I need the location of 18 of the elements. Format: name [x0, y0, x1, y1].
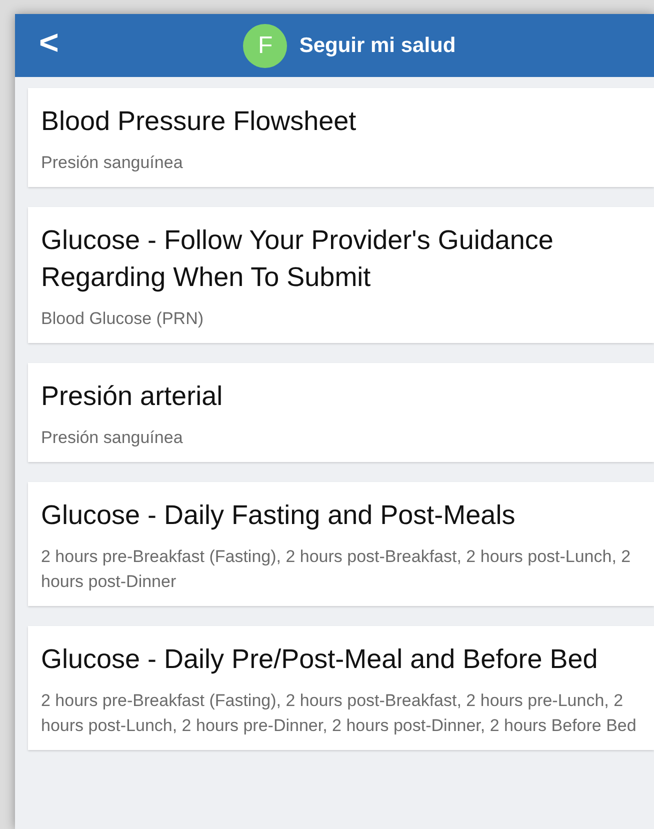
- card-subtitle: Presión sanguínea: [41, 152, 184, 174]
- card-title: Glucose - Daily Fasting and Post-Meals: [41, 499, 516, 532]
- flowsheet-card[interactable]: Glucose - Follow Your Provider's Guidance Regarding When To Submit Blood Glucose (PRN): [28, 207, 654, 343]
- card-title: Blood Pressure Flowsheet: [41, 105, 358, 138]
- flowsheet-card[interactable]: Blood Pressure Flowsheet Presión sanguínea: [28, 88, 654, 187]
- avatar: F: [243, 24, 288, 68]
- card-subtitle: Presión sanguínea: [41, 427, 184, 449]
- screen-title: Seguir mi salud: [299, 32, 456, 59]
- card-title: Presión arterial: [41, 380, 224, 413]
- card-subtitle: 2 hours pre-Breakfast (Fasting), 2 hours post-Breakfast, 2 hours pre-Lunch, 2 hours post-Lunch, 2 hours pre-Dinner, 2 hours post-Dinner, 2 hours Before Bed: [41, 690, 638, 737]
- flowsheet-card[interactable]: Glucose - Daily Pre/Post-Meal and Before Bed 2 hours pre-Breakfast (Fasting), 2 hours post-Breakfast, 2 hours pre-Lunch, 2 hours post-Lunch, 2 hours pre-Dinner, 2 hours post-Dinner, 2 hours Before Bed: [28, 626, 654, 750]
- card-title: Glucose - Follow Your Provider's Guidance Regarding When To Submit: [41, 224, 554, 294]
- card-subtitle: Blood Glucose (PRN): [41, 308, 205, 330]
- card-subtitle: 2 hours pre-Breakfast (Fasting), 2 hours post-Breakfast, 2 hours post-Lunch, 2 hours post-Dinner: [41, 546, 632, 593]
- card-title: Glucose - Daily Pre/Post-Meal and Before Bed: [41, 643, 599, 676]
- flowsheet-card[interactable]: Presión arterial Presión sanguínea: [28, 363, 654, 462]
- back-button[interactable]: <: [35, 26, 63, 60]
- flowsheet-card[interactable]: Glucose - Daily Fasting and Post-Meals 2 hours pre-Breakfast (Fasting), 2 hours post-Breakfast, 2 hours post-Lunch, 2 hours post-Dinner: [28, 482, 654, 606]
